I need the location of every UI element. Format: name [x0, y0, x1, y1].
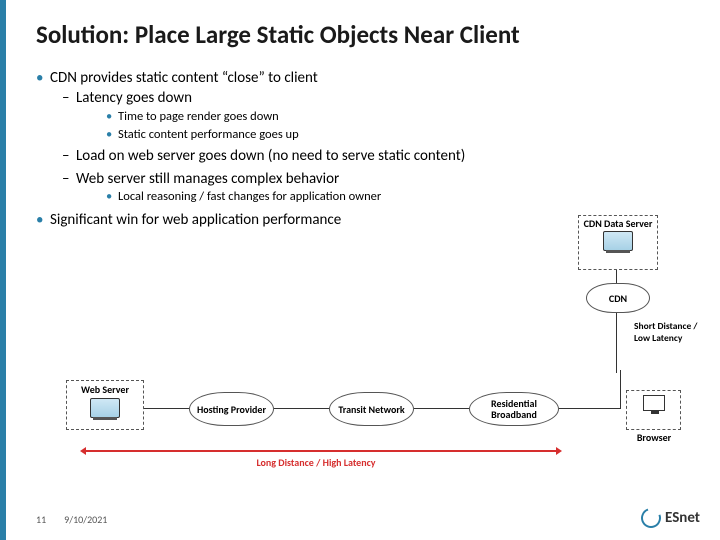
cdn-side-diagram: CDN Data Server CDN Short Distance / Low… — [568, 215, 698, 373]
bullet-cdn-provides: •CDN provides static content “close” to … — [36, 68, 702, 206]
long-distance-arrow — [86, 450, 556, 452]
server-icon — [90, 398, 120, 418]
logo-text: ESnet — [665, 509, 700, 527]
bullet-load-down: –Load on web server goes down (no need t… — [62, 146, 702, 166]
bullet-text: Web server still manages complex behavio… — [76, 170, 339, 188]
esnet-logo: ESnet — [641, 508, 700, 528]
bullet-static-perf: •Static content performance goes up — [106, 127, 702, 144]
slide-date: 9/10/2021 — [64, 513, 107, 526]
bullet-text: Load on web server goes down (no need to… — [76, 147, 465, 165]
monitor-icon — [643, 395, 665, 411]
web-server-label: Web Server — [67, 384, 143, 395]
short-distance-label: Short Distance / Low Latency — [634, 320, 702, 344]
network-diagram: Web Server Hosting Provider Transit Netw… — [66, 380, 686, 485]
slide: { "title": "Solution: Place Large Static… — [0, 0, 720, 540]
bullet-text: CDN provides static content “close” to c… — [50, 69, 318, 87]
bullet-text: Time to page render goes down — [118, 109, 279, 124]
bullet-page-render: •Time to page render goes down — [106, 109, 702, 126]
bullet-text: Latency goes down — [76, 89, 192, 107]
bullet-latency-down: –Latency goes down •Time to page render … — [62, 88, 702, 144]
browser-label: Browser — [626, 432, 682, 443]
bullet-text: Static content performance goes up — [118, 127, 299, 142]
page-number: 11 — [36, 513, 46, 526]
slide-content: •CDN provides static content “close” to … — [36, 68, 702, 230]
bullet-text: Significant win for web application perf… — [50, 211, 341, 229]
long-distance-label: Long Distance / High Latency — [166, 456, 466, 469]
hosting-provider-label: Hosting Provider — [197, 404, 266, 415]
bullet-text: Local reasoning / fast changes for appli… — [118, 189, 381, 204]
slide-footer: 11 9/10/2021 — [36, 513, 107, 526]
transit-network-label: Transit Network — [338, 404, 404, 415]
slide-title: Solution: Place Large Static Objects Nea… — [36, 20, 702, 50]
server-icon — [603, 231, 633, 251]
cdn-data-server-label: CDN Data Server — [579, 218, 657, 229]
residential-broadband-label: Residential Broadband — [470, 398, 558, 420]
bullet-web-server-manages: –Web server still manages complex behavi… — [62, 169, 702, 206]
bullet-local-reasoning: •Local reasoning / fast changes for appl… — [106, 189, 702, 206]
cdn-cloud-label: CDN — [609, 293, 627, 304]
logo-swirl-icon — [638, 505, 665, 532]
